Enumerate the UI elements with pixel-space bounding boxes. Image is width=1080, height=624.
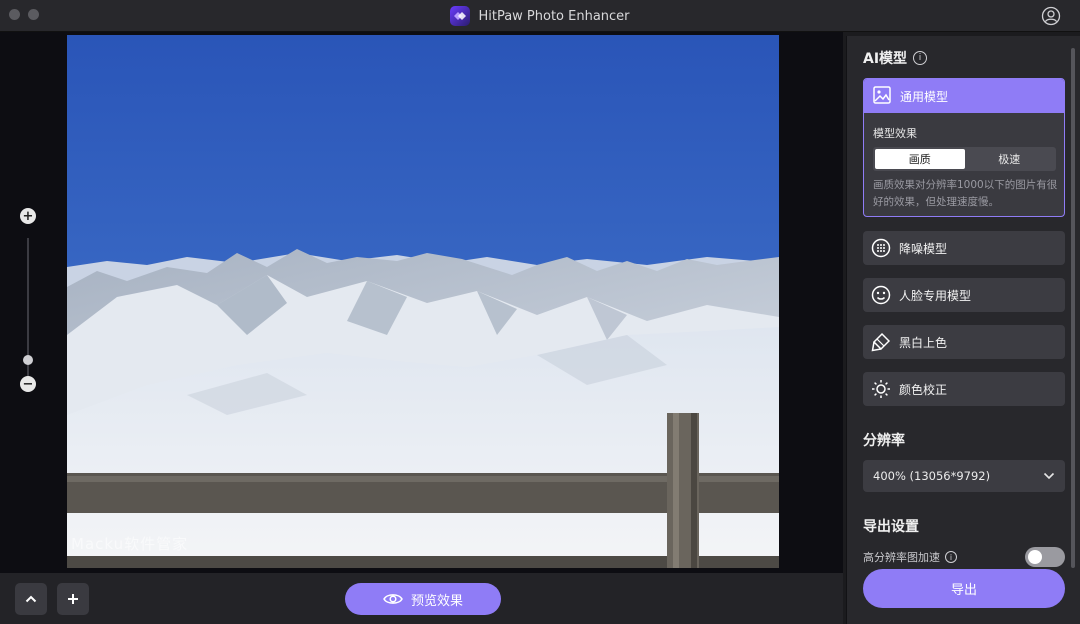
model-label-face: 人脸专用模型 <box>899 288 972 303</box>
colorize-icon <box>871 332 891 352</box>
model-card-color-correction[interactable]: 颜色校正 <box>863 372 1065 406</box>
model-label-colorize: 黑白上色 <box>899 335 948 350</box>
hw-accel-label-group: 高分辨率图加速 i <box>863 549 957 565</box>
model-label-general: 通用模型 <box>900 89 949 104</box>
info-icon[interactable]: i <box>913 51 928 65</box>
image-canvas[interactable]: Macku软件管家 + − <box>0 32 843 573</box>
brightness-icon <box>871 379 891 399</box>
preview-effect-label: 预览效果 <box>410 593 463 609</box>
resolution-value: 400% (13056*9792) <box>873 469 991 483</box>
model-label-color-correction: 颜色校正 <box>899 382 948 397</box>
bottom-toolbar: 预览效果 <box>0 573 843 624</box>
settings-panel: AI模型 i 通用模型 模型效果 画质 极速 画质效果对分辨率1000以下的图片… <box>846 36 1080 624</box>
model-card-face[interactable]: 人脸专用模型 <box>863 278 1065 312</box>
ai-model-section-title: AI模型 i <box>863 48 928 68</box>
effect-description: 画质效果对分辨率1000以下的图片有很好的效果，但处理速度慢。 <box>873 179 1058 208</box>
resolution-title: 分辨率 <box>863 433 905 449</box>
app-title: HitPaw Photo Enhancer <box>478 8 630 24</box>
chevron-up-icon <box>25 595 37 603</box>
denoise-icon <box>871 238 891 258</box>
effect-segmented-control: 画质 极速 <box>873 147 1056 171</box>
app-title-group: HitPaw Photo Enhancer <box>0 0 1080 32</box>
zoom-in-button[interactable]: + <box>20 208 36 224</box>
model-card-general-header[interactable]: 通用模型 <box>864 79 1064 113</box>
app-logo-icon <box>450 6 471 26</box>
zoom-out-button[interactable]: − <box>20 376 36 392</box>
plus-icon <box>68 594 78 604</box>
model-label-denoise: 降噪模型 <box>899 241 948 256</box>
user-account-icon[interactable] <box>1041 6 1061 26</box>
zoom-control: + − <box>19 208 37 398</box>
preview-effect-button[interactable]: 预览效果 <box>345 583 501 615</box>
add-image-button[interactable] <box>57 583 89 615</box>
zoom-slider-thumb[interactable] <box>23 355 33 365</box>
resolution-select[interactable]: 400% (13056*9792) <box>863 460 1065 492</box>
panel-scrollbar[interactable] <box>1071 48 1075 568</box>
toggle-knob <box>1028 550 1042 564</box>
export-button[interactable]: 导出 <box>863 569 1065 608</box>
export-settings-section-title: 导出设置 <box>863 516 919 536</box>
preview-photo[interactable]: Macku软件管家 <box>67 35 779 568</box>
export-settings-title: 导出设置 <box>863 519 919 535</box>
effect-label: 模型效果 <box>873 127 917 140</box>
resolution-section-title: 分辨率 <box>863 430 905 450</box>
effect-option-quality[interactable]: 画质 <box>875 149 965 169</box>
model-card-general[interactable]: 通用模型 模型效果 画质 极速 画质效果对分辨率1000以下的图片有很好的效果，… <box>863 78 1065 217</box>
model-card-denoise[interactable]: 降噪模型 <box>863 231 1065 265</box>
mountain-photo-image <box>67 35 779 568</box>
collapse-up-button[interactable] <box>15 583 47 615</box>
hw-accel-label: 高分辨率图加速 <box>863 551 940 564</box>
chevron-down-icon <box>1043 472 1055 480</box>
model-card-colorize[interactable]: 黑白上色 <box>863 325 1065 359</box>
hw-accel-info-icon[interactable]: i <box>945 551 957 563</box>
export-label: 导出 <box>950 583 977 598</box>
face-icon <box>871 285 891 305</box>
ai-model-title: AI模型 <box>863 51 908 67</box>
image-icon <box>872 85 892 108</box>
hw-accel-toggle[interactable] <box>1025 547 1065 567</box>
hw-accel-row: 高分辨率图加速 i <box>863 547 1065 567</box>
effect-option-fast[interactable]: 极速 <box>965 149 1055 169</box>
watermark-text: Macku软件管家 <box>71 535 189 553</box>
eye-icon <box>383 594 403 604</box>
title-bar: HitPaw Photo Enhancer <box>0 0 1080 32</box>
